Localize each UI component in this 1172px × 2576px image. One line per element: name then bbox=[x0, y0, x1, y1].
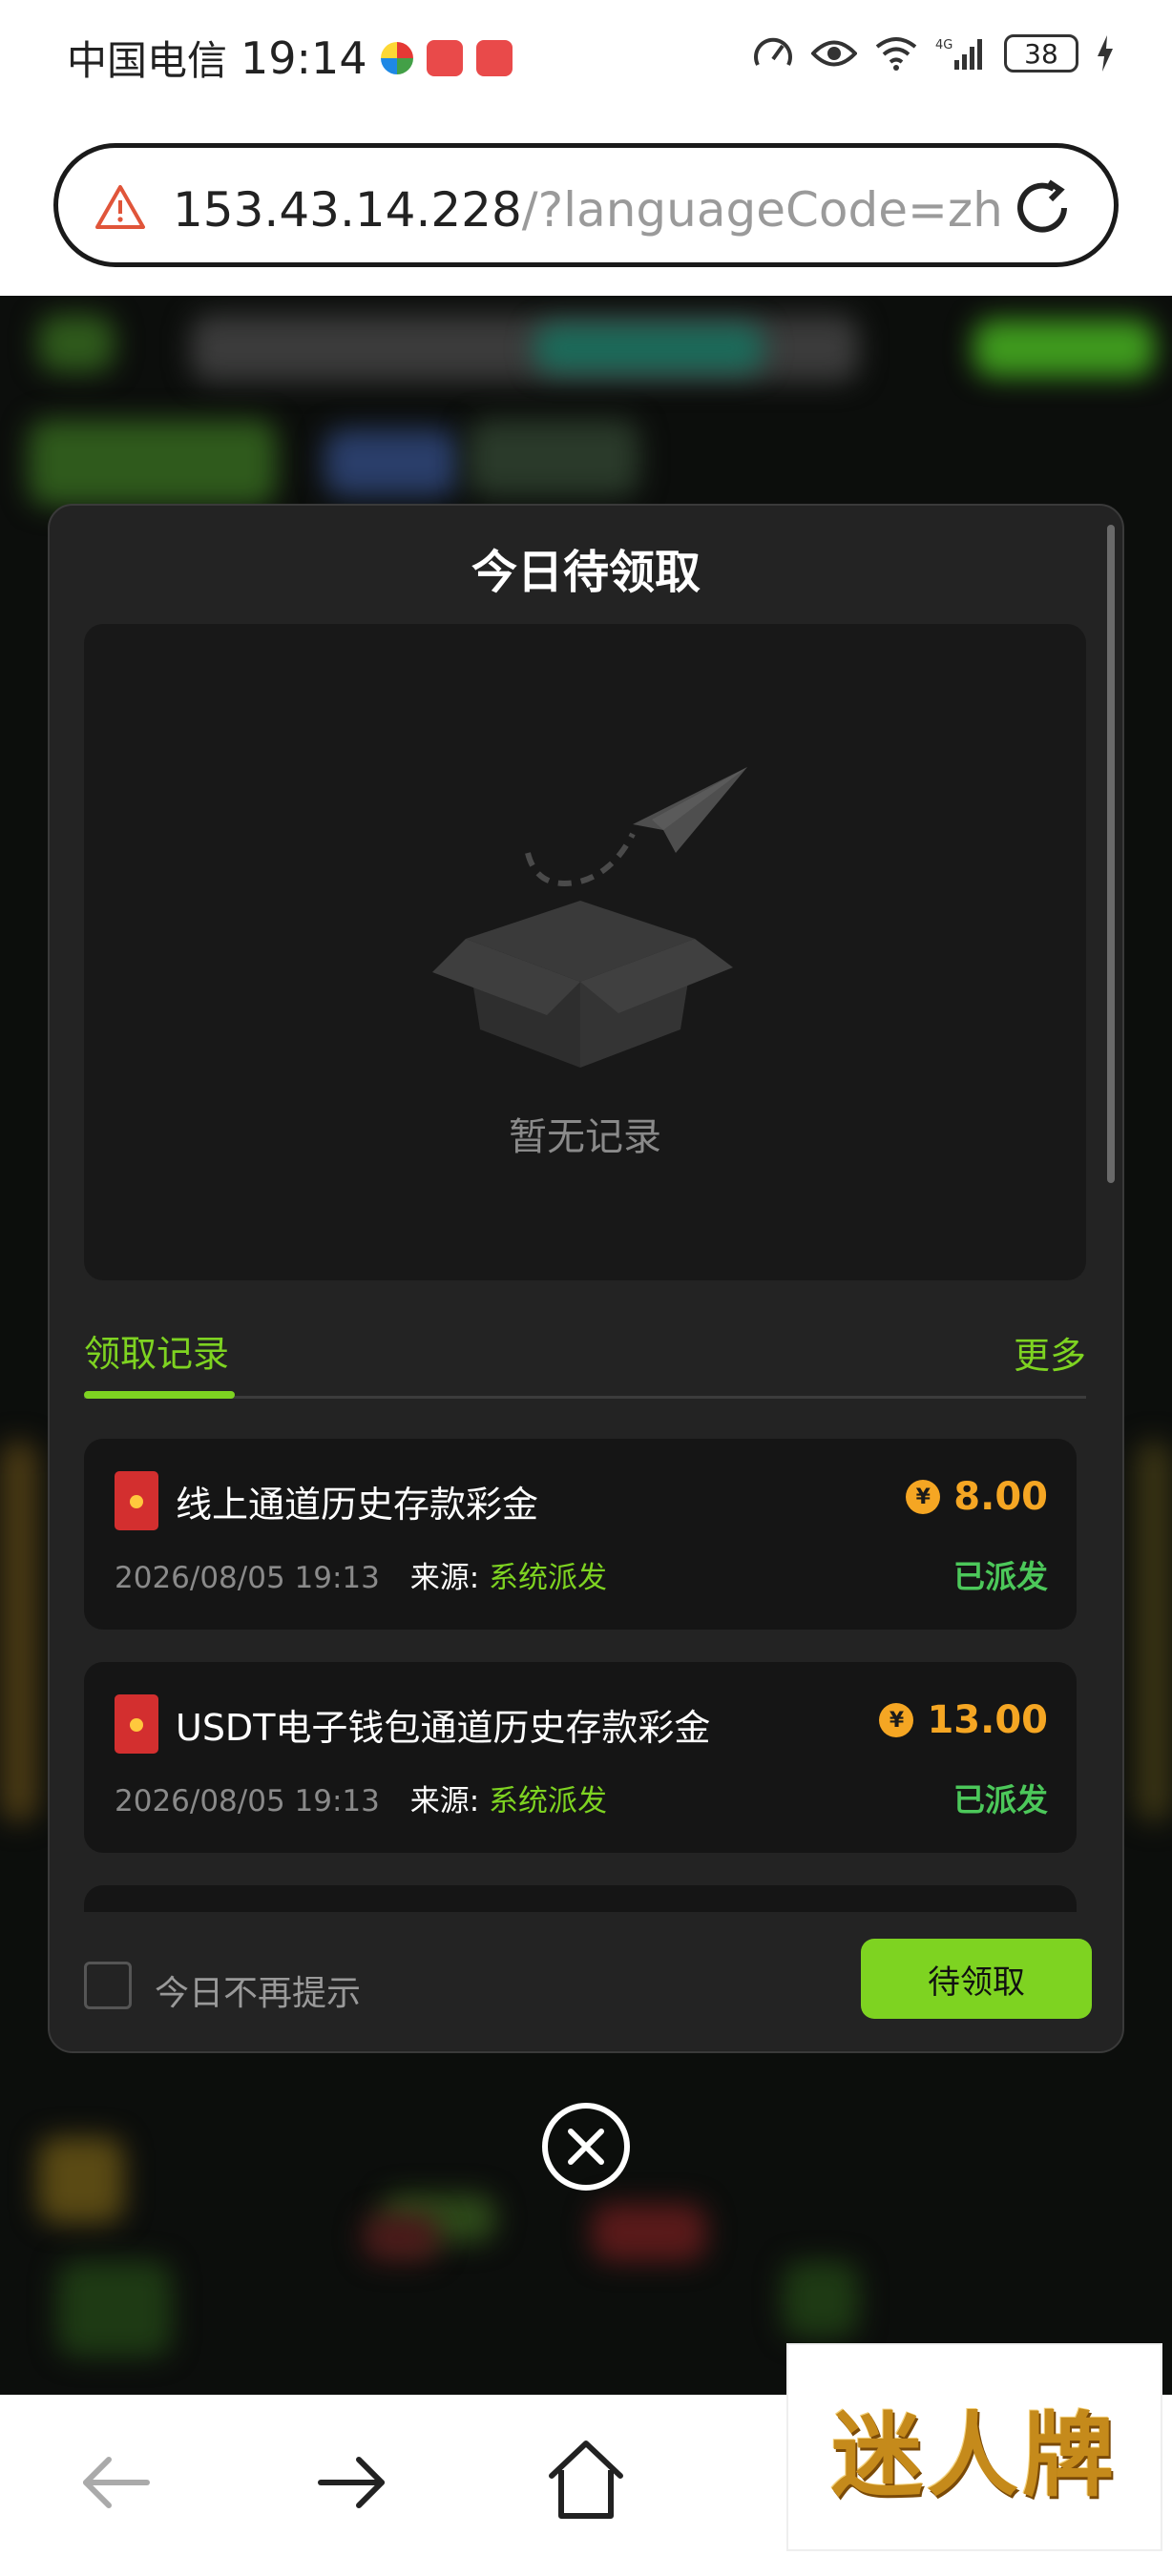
huawei-app-icon bbox=[475, 39, 513, 76]
record-date: 2026/08/05 19:13 bbox=[115, 1561, 380, 1595]
url-path: /?languageCode=zh bbox=[521, 182, 1003, 238]
close-dialog-button[interactable] bbox=[542, 2103, 630, 2191]
dont-show-checkbox[interactable] bbox=[84, 1962, 132, 2009]
status-right: 4G 38 bbox=[752, 34, 1115, 73]
tab-claim-records[interactable]: 领取记录 bbox=[84, 1324, 229, 1377]
blurred-element bbox=[29, 420, 277, 506]
pinwheel-app-icon bbox=[380, 41, 413, 74]
status-bar: 中国电信 19:14 4G 38 bbox=[0, 0, 1172, 114]
record-item-partial bbox=[84, 1885, 1077, 1912]
blurred-element bbox=[0, 1441, 38, 1822]
reload-icon[interactable] bbox=[1009, 175, 1076, 241]
wifi-icon bbox=[875, 37, 917, 71]
source-label: 来源: bbox=[409, 1784, 480, 1818]
source-label: 来源: bbox=[409, 1561, 480, 1595]
svg-text:4G: 4G bbox=[935, 38, 952, 52]
empty-state-panel: 暂无记录 bbox=[84, 624, 1086, 1280]
red-packet-icon bbox=[115, 1471, 158, 1530]
blurred-element bbox=[534, 324, 764, 372]
record-status: 已派发 bbox=[953, 1781, 1048, 1818]
empty-state-text: 暂无记录 bbox=[509, 1115, 661, 1159]
home-icon[interactable] bbox=[546, 2438, 626, 2524]
record-date: 2026/08/05 19:13 bbox=[115, 1784, 380, 1818]
more-link[interactable]: 更多 bbox=[1014, 1326, 1086, 1379]
coin-icon: ¥ bbox=[879, 1703, 914, 1737]
dialog-title: 今日待领取 bbox=[471, 546, 701, 599]
cellular-4g-icon: 4G bbox=[935, 38, 982, 70]
brand-logo-text: 迷人牌 bbox=[831, 2400, 1118, 2509]
empty-box-icon bbox=[432, 767, 747, 1068]
blurred-element bbox=[783, 2261, 859, 2337]
record-item: USDT电子钱包通道历史存款彩金 ¥ 13.00 2026/08/05 19:1… bbox=[84, 1662, 1077, 1853]
status-time: 19:14 bbox=[241, 31, 367, 84]
red-packet-icon bbox=[115, 1694, 158, 1754]
active-tab-indicator bbox=[84, 1391, 235, 1399]
amount-value: 8.00 bbox=[953, 1475, 1048, 1519]
dialog-scrollbar[interactable] bbox=[1107, 525, 1115, 1183]
dialog-footer: 今日不再提示 待领取 bbox=[50, 1912, 1122, 2051]
carrier-name: 中国电信 bbox=[67, 37, 228, 84]
blurred-element bbox=[973, 320, 1155, 377]
pending-claim-button[interactable]: 待领取 bbox=[861, 1939, 1092, 2019]
record-status: 已派发 bbox=[953, 1558, 1048, 1595]
url-text[interactable]: 153.43.14.228/?languageCode=zh bbox=[173, 182, 1003, 238]
amount-value: 13.00 bbox=[927, 1698, 1048, 1742]
record-title: 线上通道历史存款彩金 bbox=[176, 1484, 539, 1526]
blurred-element bbox=[38, 315, 115, 372]
brand-watermark: 迷人牌 bbox=[786, 2343, 1162, 2551]
coin-icon: ¥ bbox=[906, 1480, 941, 1514]
blurred-element bbox=[38, 2137, 124, 2223]
claim-records-list[interactable]: 线上通道历史存款彩金 ¥ 8.00 2026/08/05 19:13 来源: 系… bbox=[84, 1439, 1077, 1912]
status-left: 中国电信 19:14 bbox=[67, 29, 513, 87]
address-bar[interactable]: 153.43.14.228/?languageCode=zh bbox=[53, 143, 1119, 267]
charging-bolt-icon bbox=[1098, 35, 1113, 72]
warning-icon[interactable] bbox=[94, 184, 146, 230]
source-value: 系统派发 bbox=[489, 1561, 608, 1595]
blurred-element bbox=[363, 2213, 439, 2261]
dont-show-label[interactable]: 今日不再提示 bbox=[155, 1965, 361, 2015]
record-meta: 2026/08/05 19:13 来源: 系统派发 bbox=[115, 1553, 607, 1596]
blurred-element bbox=[1136, 1441, 1172, 1822]
url-host: 153.43.14.228 bbox=[173, 182, 522, 238]
source-value: 系统派发 bbox=[489, 1784, 608, 1818]
record-meta: 2026/08/05 19:13 来源: 系统派发 bbox=[115, 1776, 607, 1819]
record-amount: ¥ 13.00 bbox=[879, 1698, 1048, 1742]
blurred-element bbox=[468, 420, 639, 496]
record-amount: ¥ 8.00 bbox=[906, 1475, 1048, 1519]
blurred-element bbox=[57, 2261, 172, 2357]
battery-indicator: 38 bbox=[1004, 34, 1078, 73]
eye-icon bbox=[811, 40, 857, 67]
huawei-app-icon bbox=[426, 39, 463, 76]
speedometer-icon bbox=[754, 37, 792, 66]
records-tab-bar: 领取记录 更多 bbox=[84, 1317, 1086, 1399]
close-icon bbox=[568, 2129, 604, 2165]
blurred-element bbox=[592, 2204, 706, 2261]
back-arrow-icon[interactable] bbox=[76, 2442, 157, 2523]
pending-claims-dialog: 今日待领取 暂无记录 领取记录 更多 线上通道历史存款彩金 ¥ 8.00 202… bbox=[48, 504, 1124, 2053]
blurred-element bbox=[324, 429, 458, 496]
browser-toolbar: 153.43.14.228/?languageCode=zh bbox=[0, 114, 1172, 296]
record-item: 线上通道历史存款彩金 ¥ 8.00 2026/08/05 19:13 来源: 系… bbox=[84, 1439, 1077, 1630]
record-title: USDT电子钱包通道历史存款彩金 bbox=[176, 1707, 711, 1749]
forward-arrow-icon[interactable] bbox=[311, 2442, 391, 2523]
